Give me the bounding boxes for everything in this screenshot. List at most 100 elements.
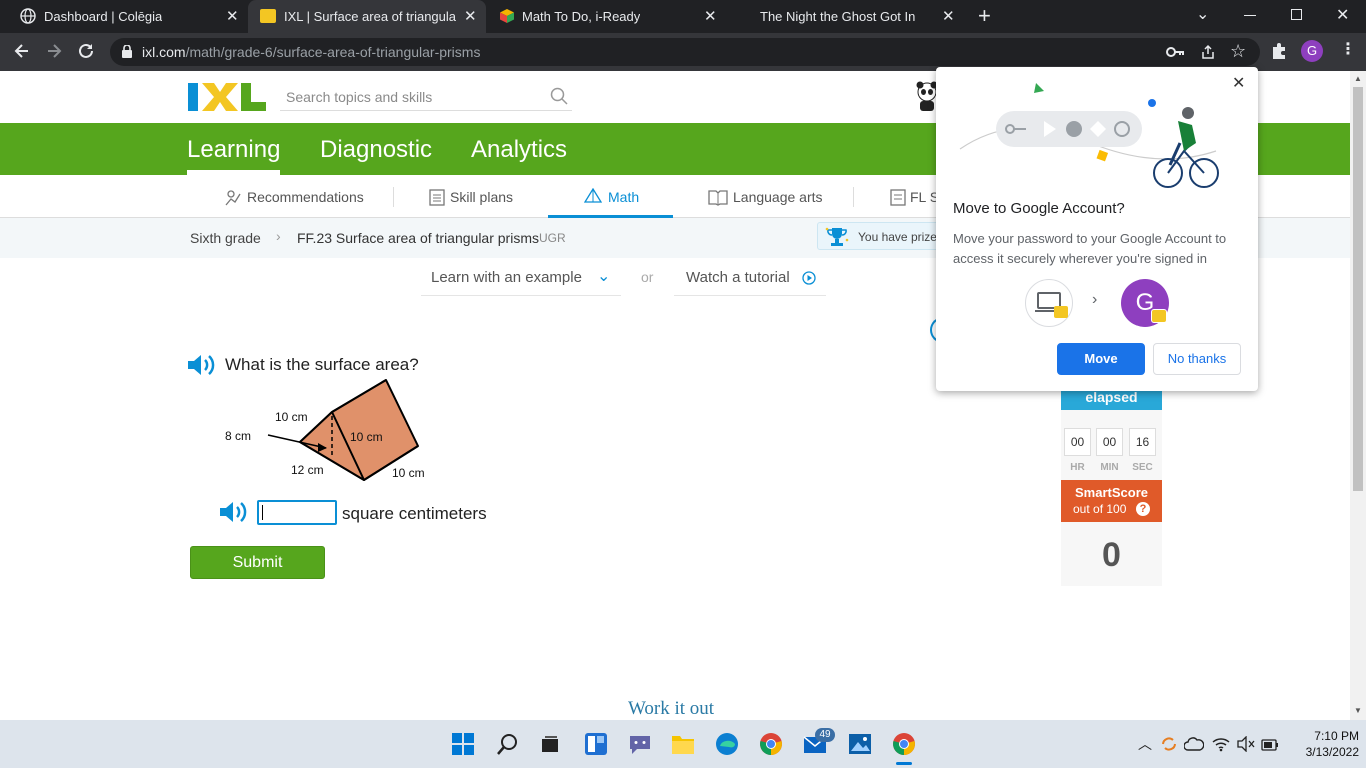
mail-badge: 49 — [815, 728, 835, 742]
key-icon[interactable] — [1166, 45, 1184, 64]
back-arrow-icon[interactable] — [12, 41, 32, 66]
learn-with-example-button[interactable]: Learn with an example ⌄ — [421, 260, 621, 296]
no-thanks-button[interactable]: No thanks — [1153, 343, 1241, 375]
forward-arrow-icon[interactable] — [44, 41, 64, 66]
google-account-avatar: G — [1121, 279, 1169, 327]
skill-plans-icon — [429, 188, 445, 211]
breadcrumb-skill: FF.23 Surface area of triangular prisms — [297, 230, 539, 246]
scroll-up-arrow-icon[interactable]: ▲ — [1354, 74, 1362, 83]
watch-tutorial-label: Watch a tutorial — [686, 269, 790, 286]
divider — [853, 187, 854, 207]
windows-taskbar: 49 ︿ 7:10 PM 3/13/2022 — [0, 720, 1366, 768]
clock-date[interactable]: 3/13/2022 — [1293, 745, 1359, 759]
edge-icon[interactable] — [715, 732, 739, 761]
password-illustration — [956, 81, 1226, 191]
reload-icon[interactable] — [76, 41, 96, 66]
widgets-icon[interactable] — [584, 732, 608, 761]
ixl-logo[interactable] — [188, 83, 266, 111]
trophy-icon — [824, 226, 850, 253]
nav-learning[interactable]: Learning — [187, 136, 280, 164]
address-bar[interactable]: ixl.com/math/grade-6/surface-area-of-tri… — [110, 38, 1260, 66]
teams-chat-icon[interactable] — [628, 732, 652, 761]
search-icon[interactable] — [497, 733, 519, 760]
task-view-icon[interactable] — [540, 734, 560, 759]
browser-toolbar: ixl.com/math/grade-6/surface-area-of-tri… — [0, 33, 1366, 71]
watch-tutorial-button[interactable]: Watch a tutorial — [674, 260, 826, 296]
show-hidden-icons-chevron-icon[interactable]: ︿ — [1138, 734, 1152, 754]
wifi-icon[interactable] — [1212, 736, 1230, 757]
extensions-puzzle-icon[interactable] — [1270, 42, 1288, 65]
photos-icon[interactable] — [848, 733, 872, 760]
move-button[interactable]: Move — [1057, 343, 1145, 375]
new-tab-plus-icon[interactable]: + — [978, 3, 991, 29]
close-icon[interactable]: ✕ — [942, 7, 955, 25]
sync-icon[interactable] — [1160, 735, 1178, 758]
tab-title: IXL | Surface area of triangular pr — [284, 9, 456, 24]
tab-dashboard[interactable]: Dashboard | Colēgia ✕ — [8, 0, 248, 33]
scroll-down-arrow-icon[interactable]: ▼ — [1354, 706, 1362, 715]
help-question-icon[interactable]: ? — [1136, 502, 1150, 516]
page-scrollbar[interactable]: ▲ ▼ — [1350, 71, 1366, 720]
subnav-math-active[interactable]: Math — [548, 175, 673, 218]
timer-hours: 00 — [1064, 428, 1091, 456]
submit-button[interactable]: Submit — [190, 546, 325, 579]
answer-input[interactable] — [257, 500, 337, 525]
close-icon[interactable]: ✕ — [226, 7, 239, 25]
breadcrumb-grade[interactable]: Sixth grade — [190, 230, 261, 246]
nav-analytics[interactable]: Analytics — [471, 136, 567, 164]
close-icon[interactable]: ✕ — [1232, 73, 1245, 93]
subnav-skill-plans[interactable]: Skill plans — [450, 189, 513, 205]
answer-unit: square centimeters — [342, 504, 487, 523]
scrollbar-thumb[interactable] — [1353, 87, 1363, 491]
timer-panel: 00 00 16 HR MIN SEC — [1061, 410, 1162, 480]
subnav-fl-standards[interactable]: FL S — [910, 189, 939, 205]
chrome-icon[interactable] — [759, 732, 783, 761]
browser-menu-icon[interactable]: ⋮ — [1340, 39, 1356, 59]
or-separator: or — [641, 269, 654, 285]
restore-icon[interactable] — [1291, 9, 1302, 20]
tab-iready[interactable]: Math To Do, i-Ready ✕ — [488, 0, 726, 33]
subnav-math: Math — [608, 189, 640, 205]
search-placeholder: Search topics and skills — [286, 89, 433, 105]
lock-icon[interactable] — [122, 44, 132, 58]
math-pyramid-icon — [583, 187, 603, 211]
move-password-dialog: ✕ Move to Google Account? Move your pass… — [936, 67, 1258, 391]
search-field[interactable]: Search topics and skills — [280, 81, 572, 111]
minimize-icon[interactable] — [1244, 15, 1256, 16]
chrome-active-icon[interactable] — [892, 732, 916, 761]
learn-example-label: Learn with an example — [431, 269, 582, 286]
dialog-title: Move to Google Account? — [953, 200, 1125, 217]
answer-speaker-icon[interactable] — [219, 500, 249, 529]
tab-title: Math To Do, i-Ready — [522, 9, 641, 24]
panda-avatar-icon[interactable] — [916, 81, 938, 111]
profile-avatar[interactable]: G — [1301, 40, 1323, 62]
clock-time[interactable]: 7:10 PM — [1293, 729, 1359, 743]
battery-icon[interactable] — [1261, 738, 1279, 756]
tab-search-chevron-icon[interactable]: ⌄ — [1196, 4, 1209, 24]
file-explorer-icon[interactable] — [671, 733, 695, 760]
windows-start-icon[interactable] — [452, 733, 474, 760]
smartscore-value: 0 — [1102, 536, 1121, 574]
search-icon[interactable] — [550, 87, 568, 110]
tab-ixl[interactable]: IXL | Surface area of triangular pr ✕ — [248, 0, 486, 33]
breadcrumb-chevron-icon: › — [276, 228, 281, 244]
subnav-language-arts[interactable]: Language arts — [733, 189, 823, 205]
browser-tab-strip: Dashboard | Colēgia ✕ IXL | Surface area… — [0, 0, 1366, 33]
tab-title: Dashboard | Colēgia — [44, 9, 163, 24]
close-icon[interactable]: ✕ — [464, 7, 477, 25]
window-close-icon[interactable]: ✕ — [1336, 5, 1349, 25]
device-laptop-icon — [1025, 279, 1073, 327]
chevron-down-icon: ⌄ — [597, 268, 611, 285]
bookmark-star-icon[interactable]: ☆ — [1230, 41, 1246, 62]
onedrive-cloud-icon[interactable] — [1183, 737, 1205, 756]
close-icon[interactable]: ✕ — [704, 7, 717, 25]
speaker-icon[interactable] — [187, 353, 217, 382]
tab-night-ghost[interactable]: The Night the Ghost Got In ✕ — [728, 0, 966, 33]
share-icon[interactable] — [1200, 44, 1216, 65]
smartscore-header[interactable]: SmartScore out of 100 ? — [1061, 480, 1162, 522]
nav-diagnostic[interactable]: Diagnostic — [320, 136, 432, 164]
fl-standards-icon — [890, 188, 906, 211]
language-arts-book-icon — [708, 188, 728, 211]
volume-muted-icon[interactable] — [1237, 735, 1255, 757]
subnav-recommendations[interactable]: Recommendations — [247, 189, 364, 205]
